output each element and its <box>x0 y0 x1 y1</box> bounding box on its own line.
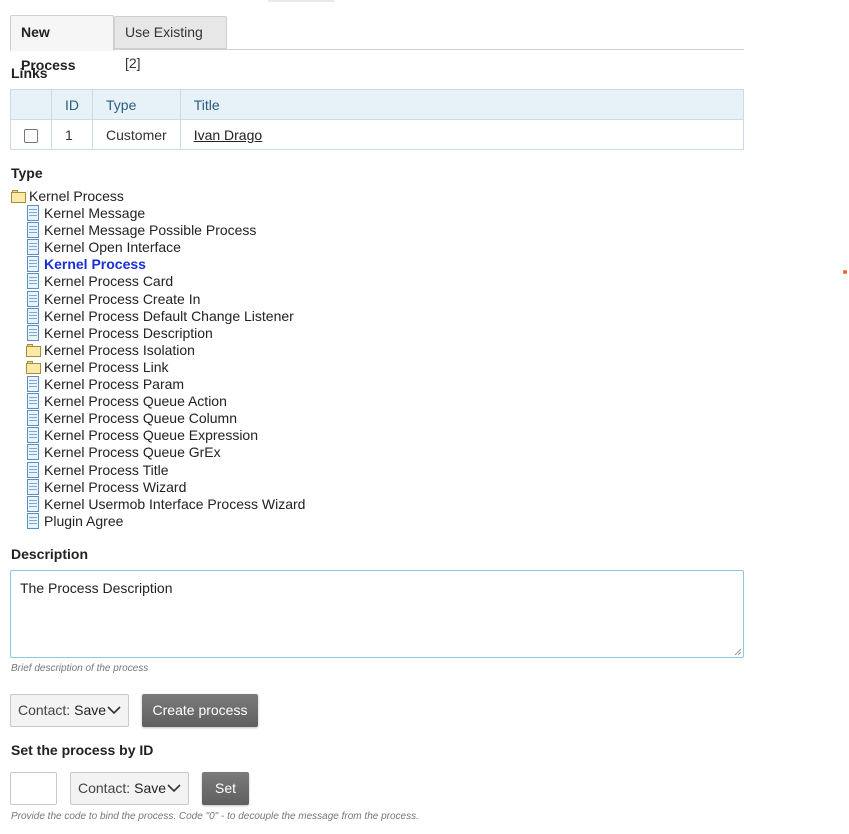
doc-icon <box>26 205 40 221</box>
doc-icon <box>26 307 40 324</box>
doc-icon <box>26 444 40 461</box>
tree-item-label: Kernel Process <box>44 256 146 273</box>
tree-item-label: Kernel Message <box>44 205 146 221</box>
resize-grip-icon[interactable] <box>734 648 742 656</box>
set-button[interactable]: Set <box>202 772 249 805</box>
tree-item-label: Kernel Process Create In <box>44 290 201 307</box>
tree-item-label: Kernel Process Wizard <box>44 478 187 495</box>
doc-icon <box>26 410 40 427</box>
header-type[interactable]: Type <box>92 89 181 120</box>
set-by-id-hint: Provide the code to bind the process. Co… <box>11 811 419 822</box>
create-contact-select[interactable]: Contact: Save <box>10 694 129 727</box>
contact-value: Save <box>134 780 167 796</box>
doc-icon <box>26 427 40 444</box>
header-id[interactable]: ID <box>51 89 93 120</box>
tab-use-existing[interactable]: Use Existing [2] <box>114 16 227 71</box>
doc-icon <box>26 393 40 410</box>
description-heading: Description <box>11 546 89 562</box>
doc-icon <box>26 222 40 239</box>
contact-value: Save <box>74 702 107 718</box>
tab-new-process[interactable]: New Process <box>10 15 114 73</box>
table-row: 1 Customer Ivan Drago <box>10 119 745 150</box>
tree-root-label: Kernel Process <box>29 188 124 204</box>
tree-item-label: Kernel Process Queue Column <box>44 410 237 427</box>
doc-icon <box>26 239 40 256</box>
tree-item-label: Kernel Process Card <box>44 273 174 290</box>
tree-item-label: Kernel Open Interface <box>44 239 181 256</box>
contact-label: Contact: <box>78 780 131 796</box>
set-by-id-heading: Set the process by ID <box>11 742 154 758</box>
header-title[interactable]: Title <box>179 89 745 120</box>
tree-item-label: Kernel Process Isolation <box>44 341 195 358</box>
doc-icon <box>26 290 40 307</box>
tree-item-label: Kernel Process Title <box>44 461 169 478</box>
tree-item-label: Kernel Process Param <box>44 376 185 392</box>
row-id: 1 <box>51 119 93 150</box>
tab-bar: New Process Use Existing [2] <box>10 15 744 73</box>
tree-item-label: Kernel Message Possible Process <box>44 222 257 239</box>
contact-label: Contact: <box>18 702 71 718</box>
doc-icon <box>26 376 40 392</box>
notification-dot <box>843 270 847 274</box>
row-select-cell <box>10 119 52 150</box>
top-divider-strip <box>268 0 334 2</box>
tree-item-label: Kernel Process Queue GrEx <box>44 444 221 461</box>
links-table-header: ID Type Title <box>10 89 745 120</box>
row-title-cell: Ivan Drago <box>179 119 745 150</box>
create-process-button[interactable]: Create process <box>142 694 258 727</box>
description-hint: Brief description of the process <box>11 663 149 674</box>
folder-icon <box>26 360 42 375</box>
folder-icon <box>11 190 27 204</box>
set-contact-select[interactable]: Contact: Save <box>70 772 189 805</box>
tree-item-label: Kernel Usermob Interface Process Wizard <box>44 495 306 512</box>
doc-icon <box>26 478 40 495</box>
description-textarea[interactable] <box>10 570 744 658</box>
tree-item-label: Kernel Process Default Change Listener <box>44 307 294 324</box>
tree-item-label: Kernel Process Queue Expression <box>44 427 258 444</box>
row-type: Customer <box>92 119 181 150</box>
header-select <box>10 89 52 120</box>
doc-icon <box>26 273 40 290</box>
chevron-down-icon <box>107 706 121 715</box>
row-title-link[interactable]: Ivan Drago <box>194 127 262 143</box>
doc-icon <box>26 461 40 478</box>
links-heading: Links <box>11 65 48 81</box>
doc-icon <box>26 324 40 341</box>
folder-icon <box>26 343 42 358</box>
chevron-down-icon <box>167 784 181 793</box>
process-id-input[interactable] <box>10 772 57 805</box>
doc-icon <box>26 495 40 512</box>
links-table: ID Type Title 1 Customer Ivan Drago <box>10 89 745 150</box>
doc-icon <box>26 256 40 273</box>
tree-item-label: Plugin Agree <box>44 512 124 529</box>
tree-item-label: Kernel Process Queue Action <box>44 393 227 410</box>
tree-item-label: Kernel Process Link <box>44 358 169 375</box>
row-checkbox[interactable] <box>24 128 38 143</box>
type-heading: Type <box>11 165 43 181</box>
tree-item-label: Kernel Process Description <box>44 324 213 341</box>
doc-icon <box>26 512 40 529</box>
